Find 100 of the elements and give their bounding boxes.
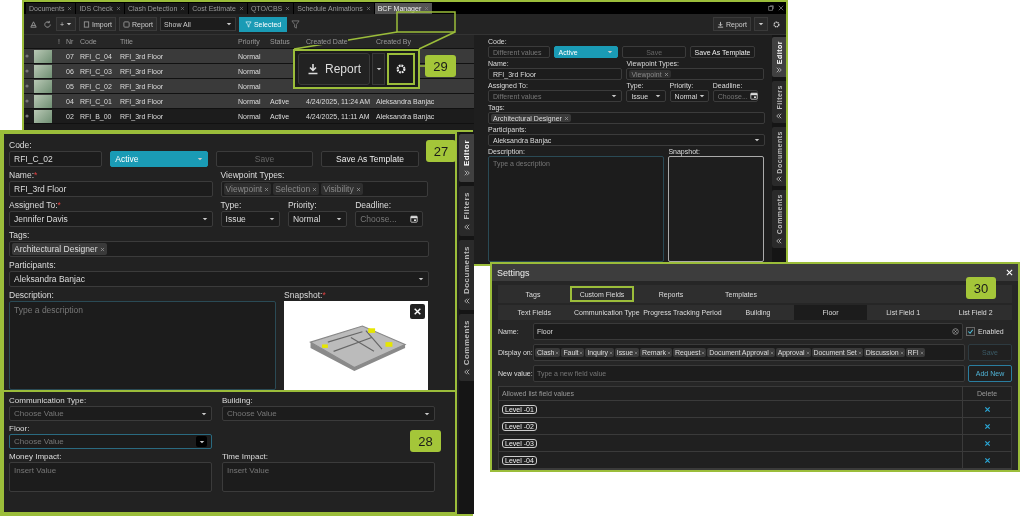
step-badge: 29	[425, 55, 456, 77]
tag-chip[interactable]: Architectural Designer	[12, 243, 107, 255]
remove-icon[interactable]	[857, 350, 862, 355]
save-as-template-button[interactable]: Save As Template	[321, 151, 419, 167]
remove-icon[interactable]	[555, 350, 560, 355]
refresh-icon[interactable]	[42, 18, 53, 30]
chevron-icon	[463, 223, 470, 230]
thumbnail-image	[34, 64, 52, 78]
field-label: Tags:	[9, 230, 31, 240]
side-tab[interactable]: Editor	[459, 134, 474, 183]
row-marker-icon	[24, 68, 30, 74]
caret-icon	[66, 22, 73, 26]
document-icon	[83, 20, 91, 28]
step-badge: 30	[966, 277, 996, 299]
caret-icon	[417, 277, 424, 281]
caret-icon	[198, 439, 205, 444]
step-badge: 27	[426, 140, 456, 162]
filter-icon[interactable]	[290, 18, 302, 30]
caret-icon	[607, 50, 613, 54]
chevron-icon	[776, 176, 782, 183]
value-dropdown[interactable]: Choose Value	[9, 434, 212, 449]
field-label: Time Impact:	[222, 452, 269, 461]
type-dropdown[interactable]: Issue	[220, 211, 280, 227]
checkbox[interactable]	[966, 327, 975, 336]
model-icon[interactable]	[28, 18, 39, 30]
caret-icon	[336, 217, 343, 221]
thumbnail-image	[34, 49, 52, 63]
chevron-icon	[463, 170, 470, 177]
clear-icon[interactable]	[952, 328, 959, 335]
chevron-icon	[776, 237, 782, 244]
value-dropdown[interactable]: Choose Value	[9, 406, 212, 421]
calendar-icon[interactable]	[410, 215, 419, 223]
field-label: Name:*	[9, 170, 39, 180]
row-marker-icon	[24, 53, 30, 59]
field-label: Participants:	[9, 260, 57, 270]
code-field[interactable]: RFI_C_02	[9, 151, 103, 167]
gear-icon	[395, 63, 407, 75]
field-label: Description:	[9, 290, 55, 300]
field-label: Deadline:	[355, 200, 393, 210]
tags-field[interactable]: Architectural Designer	[9, 241, 429, 257]
row-marker-icon	[24, 113, 30, 119]
field-label: Floor:	[9, 424, 31, 433]
field-label: Assigned To:*	[9, 200, 62, 210]
remove-icon[interactable]	[701, 350, 706, 355]
settings-button[interactable]	[387, 53, 415, 85]
download-icon	[307, 63, 319, 75]
caret-icon	[424, 411, 430, 416]
remove-icon[interactable]	[805, 350, 810, 355]
report-menu-button[interactable]	[754, 17, 768, 31]
close-button[interactable]	[410, 304, 426, 319]
value-field[interactable]: Insert Value	[222, 462, 435, 492]
caret-icon	[611, 94, 618, 98]
value-field[interactable]: Insert Value	[9, 462, 212, 492]
chevron-icon	[776, 67, 782, 74]
chevron-icon	[463, 369, 470, 376]
deadline-field[interactable]: Choose...	[355, 211, 424, 227]
delete-icon[interactable]	[983, 439, 991, 447]
assigned-to-dropdown[interactable]: Jennifer Davis	[9, 211, 213, 227]
thumbnail-image	[34, 79, 52, 93]
delete-icon[interactable]	[983, 405, 991, 413]
side-tab[interactable]: Comments	[459, 313, 474, 382]
remove-icon[interactable]	[563, 115, 569, 121]
close-icon	[413, 307, 423, 316]
field-label: Building:	[222, 396, 254, 405]
settings-icon[interactable]	[771, 18, 782, 30]
remove-icon[interactable]	[608, 350, 613, 355]
name-field[interactable]: RFI_3rd Floor	[9, 181, 213, 197]
remove-icon[interactable]	[769, 350, 774, 355]
value-dropdown[interactable]: Choose Value	[222, 406, 435, 421]
priority-dropdown[interactable]: Normal	[287, 211, 348, 227]
participants-dropdown[interactable]: Aleksandra Banjac	[9, 271, 429, 287]
caret-icon	[758, 22, 764, 26]
remove-icon[interactable]	[666, 350, 671, 355]
calendar-icon[interactable]	[749, 92, 758, 100]
window-title: Settings	[497, 267, 530, 278]
field-label: Code:	[9, 140, 33, 150]
chevron-icon	[776, 112, 782, 119]
delete-icon[interactable]	[983, 456, 991, 464]
remove-icon[interactable]	[99, 246, 105, 252]
thumbnail-image	[34, 94, 52, 108]
field-label: Type:	[220, 200, 243, 210]
remove-icon[interactable]	[579, 350, 584, 355]
side-tab[interactable]: Filters	[459, 186, 474, 236]
remove-icon[interactable]	[899, 350, 904, 355]
chevron-icon	[463, 297, 470, 304]
field-label: Money Impact:	[9, 452, 63, 461]
field-label: Communication Type:	[9, 396, 88, 405]
snapshot-field[interactable]	[668, 156, 764, 262]
field-label: Priority:	[287, 200, 318, 210]
restore-icon[interactable]	[768, 5, 774, 11]
field-label: Viewpoint Types:	[220, 170, 286, 180]
report-button[interactable]: Report	[298, 53, 370, 85]
step-badge: 28	[410, 430, 441, 452]
remove-icon[interactable]	[919, 350, 924, 355]
side-tab[interactable]: Documents	[459, 239, 474, 310]
caret-icon	[699, 94, 706, 98]
caret-icon	[754, 138, 761, 142]
row-marker-icon	[24, 98, 30, 104]
delete-icon[interactable]	[983, 422, 991, 430]
description-field[interactable]: Type a description	[9, 301, 277, 390]
